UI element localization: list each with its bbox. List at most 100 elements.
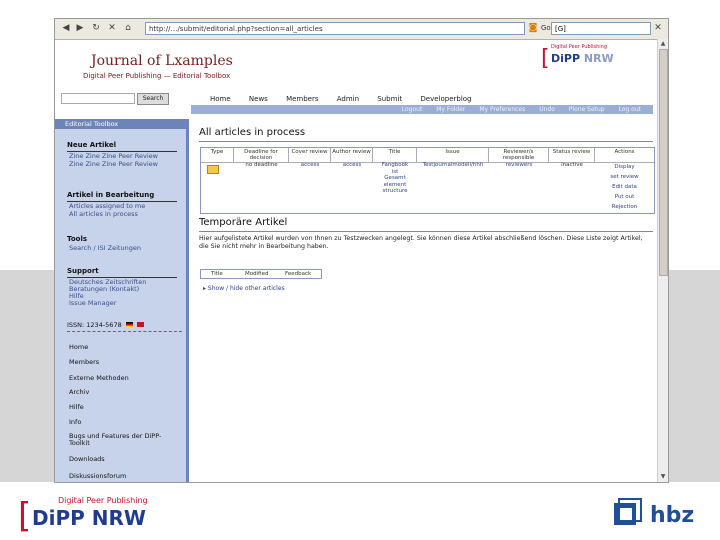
sidebar-menu-item[interactable]: Hilfe <box>69 404 84 411</box>
scroll-up-icon[interactable]: ▲ <box>659 40 667 48</box>
svg-text:DiPP NRW: DiPP NRW <box>32 506 146 530</box>
editorial-sidebar: Editorial Toolbox Neue Artikel Zine Zine… <box>55 119 189 482</box>
vertical-scrollbar[interactable]: ▲ ▼ <box>657 39 668 482</box>
sidebar-link[interactable]: Issue Manager <box>69 300 116 307</box>
article-type-icon[interactable] <box>207 165 219 174</box>
sidebar-menu-item[interactable]: Home <box>69 344 88 351</box>
table-header: Title <box>211 271 223 277</box>
action-display[interactable]: Display <box>595 162 654 172</box>
page-title: All articles in process <box>199 127 306 138</box>
sidebar-divider <box>67 331 182 332</box>
personal-plone-setup[interactable]: Plone Setup <box>569 106 605 113</box>
sidebar-menu-item[interactable]: Externe Methoden <box>69 375 129 382</box>
personal-logout[interactable]: Logout <box>402 106 423 113</box>
personal-my-folder[interactable]: My Folder <box>436 106 465 113</box>
sidebar-heading-artikel-in-bearbeitung: Artikel in Bearbeitung <box>67 191 155 199</box>
title-rule <box>199 141 653 142</box>
sidebar-menu-item[interactable]: Archiv <box>69 389 89 396</box>
nav-news[interactable]: News <box>249 95 268 103</box>
table-header: Cover review <box>289 148 331 162</box>
articles-table: Type Deadline for decision Cover review … <box>200 147 655 214</box>
table-cell[interactable]: access <box>289 162 331 169</box>
site-search-button[interactable]: Search <box>137 93 169 105</box>
nav-members[interactable]: Members <box>286 95 318 103</box>
section-title-temporary: Temporäre Artikel <box>199 217 288 228</box>
german-flag-icon[interactable] <box>125 322 133 327</box>
nav-submit[interactable]: Submit <box>377 95 402 103</box>
home-icon[interactable]: ⌂ <box>123 23 133 33</box>
reload-icon[interactable]: ↻ <box>91 23 101 33</box>
sidebar-link[interactable]: All articles in process <box>69 211 138 218</box>
journal-title: Journal of Lxamples <box>91 53 233 69</box>
show-other-articles-link[interactable]: ▸ Show / hide other articles <box>203 285 285 292</box>
close-icon[interactable]: ✕ <box>653 23 663 33</box>
svg-text:[: [ <box>18 496 31 533</box>
dipp-header-logo: [ Digital Peer Publishing DiPP NRW <box>541 44 614 71</box>
table-cell: no deadline <box>245 162 278 168</box>
sidebar-menu-item[interactable]: Info <box>69 419 81 426</box>
english-flag-icon[interactable] <box>136 322 144 327</box>
table-header: Status review <box>549 148 595 162</box>
actions-cell: Display set review Edit data Put out Rej… <box>595 162 654 212</box>
action-set-review[interactable]: set review <box>595 172 654 182</box>
nav-home[interactable]: Home <box>210 95 231 103</box>
table-cell[interactable]: reviewers <box>489 162 549 169</box>
nav-developerblog[interactable]: Developerblog <box>420 95 471 103</box>
action-edit-data[interactable]: Edit data <box>595 182 654 192</box>
dipp-nrw: NRW <box>85 506 146 530</box>
svg-text:DiPP NRW: DiPP NRW <box>551 52 614 65</box>
action-rejection[interactable]: Rejection <box>595 202 654 212</box>
sidebar-link[interactable]: Articles assigned to me <box>69 203 145 210</box>
scroll-thumb[interactable] <box>659 49 668 276</box>
table-cell[interactable]: Testjournalmodell/hhh <box>417 162 489 169</box>
stop-icon[interactable]: ✕ <box>107 23 117 33</box>
table-header: Deadline for decision <box>234 148 289 162</box>
sidebar-link[interactable]: Search / ISI Zeitungen <box>69 245 141 252</box>
go-button[interactable]: Go <box>541 24 551 32</box>
dipp-tagline: Digital Peer Publishing <box>58 496 148 505</box>
rss-icon[interactable]: ◙ <box>528 23 538 33</box>
browser-screenshot: ◀ ▶ ↻ ✕ ⌂ http://…/submit/editorial.php?… <box>54 18 669 483</box>
sidebar-heading-tools: Tools <box>67 235 88 243</box>
table-header: Type <box>201 148 234 162</box>
header-logo-tag: Digital Peer Publishing <box>551 44 607 50</box>
section-description: Hier aufgelistete Artikel wurden von Ihn… <box>199 235 643 250</box>
sidebar-menu-item[interactable]: Diskussionsforum <box>69 473 126 480</box>
personal-log-out[interactable]: Log out <box>619 106 641 113</box>
hbz-logo: hbz <box>614 498 694 528</box>
dipp-name: DiPP <box>32 506 85 530</box>
table-header: Author review <box>331 148 373 162</box>
sidebar-menu-item[interactable]: Members <box>69 359 99 366</box>
forward-icon[interactable]: ▶ <box>75 23 85 33</box>
nav-admin[interactable]: Admin <box>337 95 359 103</box>
table-cell: inactive <box>561 162 583 168</box>
site-search-input[interactable] <box>61 93 135 104</box>
sidebar-link[interactable]: Zine Zine Zine Peer Review <box>69 153 158 160</box>
section-rule <box>199 231 653 232</box>
table-cell[interactable]: access <box>331 162 373 169</box>
table-header: Issue <box>417 148 489 162</box>
table-header: Modified <box>245 271 269 277</box>
back-icon[interactable]: ◀ <box>61 23 71 33</box>
table-header: Feedback <box>285 271 312 277</box>
article-title-link[interactable]: Fangbook ist Gesamt element structure <box>373 162 417 195</box>
sidebar-menu-item[interactable]: Bugs und Features der DiPP-Toolkit <box>69 433 179 447</box>
scroll-down-icon[interactable]: ▼ <box>659 473 667 481</box>
sidebar-link[interactable]: Zine Zine Zine Peer Review <box>69 161 158 168</box>
address-bar[interactable]: http://…/submit/editorial.php?section=al… <box>145 22 525 35</box>
top-navigation: Home News Members Admin Submit Developer… <box>210 95 488 103</box>
personal-bar: Logout My Folder My Preferences Undo Plo… <box>191 105 653 114</box>
action-put-out[interactable]: Put out <box>595 192 654 202</box>
journal-subtitle: Digital Peer Publishing — Editorial Tool… <box>83 72 231 80</box>
dipp-nrw-logo: [ Digital Peer Publishing DiPP NRW <box>18 496 148 533</box>
sidebar-title: Editorial Toolbox <box>55 119 186 129</box>
sidebar-menu-item[interactable]: Downloads <box>69 456 105 463</box>
issn-label: ISSN: 1234-5678 <box>67 321 144 329</box>
browser-toolbar: ◀ ▶ ↻ ✕ ⌂ http://…/submit/editorial.php?… <box>55 19 668 40</box>
hbz-wordmark: hbz <box>650 503 694 528</box>
personal-preferences[interactable]: My Preferences <box>479 106 525 113</box>
personal-undo[interactable]: Undo <box>539 106 555 113</box>
temporary-articles-table: Title Modified Feedback <box>200 269 322 279</box>
browser-search-input[interactable]: [G] <box>551 22 651 35</box>
table-header: Actions <box>614 149 635 155</box>
